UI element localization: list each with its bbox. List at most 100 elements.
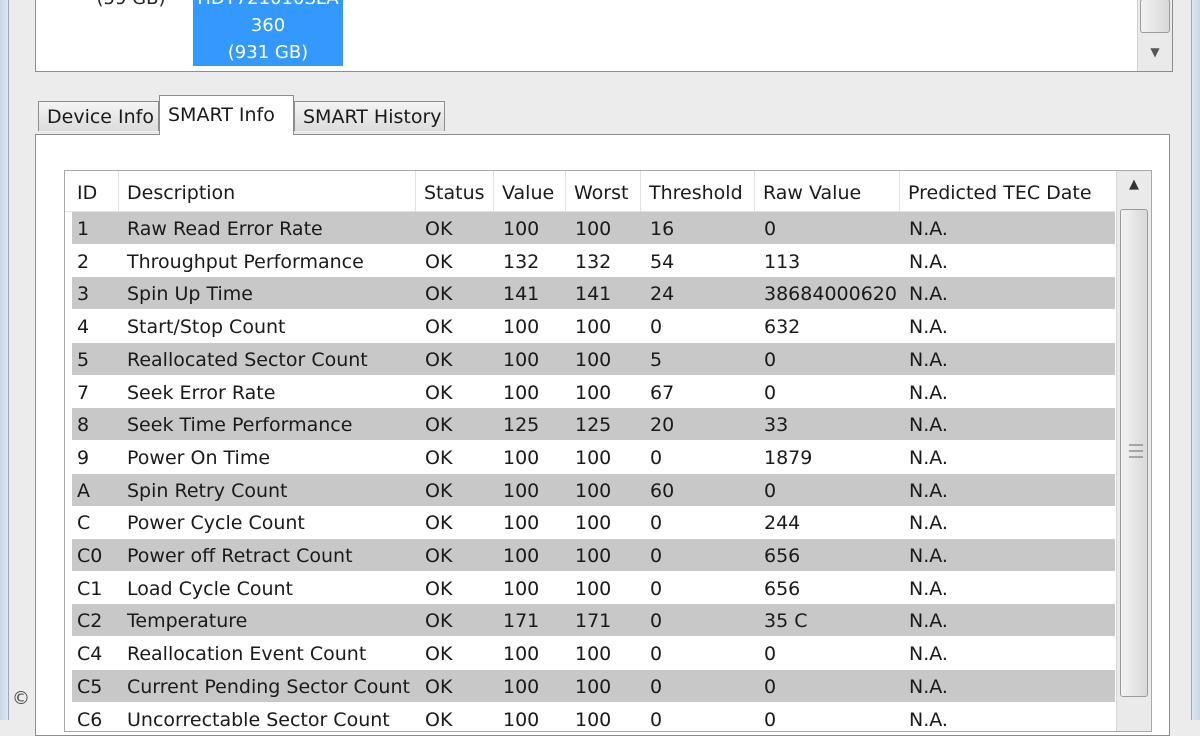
scrollbar-thumb[interactable]	[1140, 0, 1170, 33]
drive-item[interactable]: (59 GB)	[76, 0, 186, 12]
window-left-border	[0, 0, 9, 720]
cell-value: 171	[503, 610, 540, 633]
cell-threshold: 24	[650, 283, 675, 306]
scrollbar-thumb[interactable]: ― ― ―	[1120, 209, 1148, 697]
column-header-value[interactable]: Value	[494, 171, 566, 211]
column-header-raw-value[interactable]: Raw Value	[755, 171, 900, 211]
cell-raw-value: 0	[764, 218, 777, 240]
cell-worst: 171	[575, 610, 612, 633]
cell-id: C	[77, 512, 91, 535]
column-header-status[interactable]: Status	[416, 171, 494, 211]
table-row[interactable]: 1 Raw Read Error Rate OK 100 100 16 0 N.A.	[72, 212, 1115, 244]
cell-status: OK	[425, 577, 453, 600]
table-row[interactable]: 8 Seek Time Performance OK 125 125 20 33 N.A.	[72, 408, 1115, 441]
cell-description: Power off Retract Count	[127, 545, 353, 567]
tab-device-info[interactable]: Device Info	[38, 101, 159, 131]
cell-value: 100	[503, 316, 540, 339]
cell-threshold: 0	[650, 643, 663, 666]
cell-status: OK	[425, 675, 453, 698]
table-row[interactable]: 9 Power On Time OK 100 100 0 1879 N.A.	[72, 441, 1115, 473]
cell-value: 100	[503, 348, 540, 371]
tab-smart-history[interactable]: SMART History	[294, 101, 445, 131]
scroll-down-arrow-icon[interactable]: ▼	[1138, 41, 1172, 63]
cell-worst: 100	[575, 381, 612, 404]
table-row[interactable]: C1 Load Cycle Count OK 100 100 0 656 N.A.	[72, 572, 1115, 604]
table-row[interactable]: 4 Start/Stop Count OK 100 100 0 632 N.A.	[72, 310, 1115, 342]
table-row[interactable]: A Spin Retry Count OK 100 100 60 0 N.A.	[72, 473, 1115, 506]
table-row[interactable]: C Power Cycle Count OK 100 100 0 244 N.A.	[72, 506, 1115, 538]
drive-list-scrollbar[interactable]: ▼	[1137, 0, 1172, 71]
cell-description: Seek Error Rate	[127, 381, 276, 404]
cell-worst: 100	[575, 512, 612, 535]
cell-description: Raw Read Error Rate	[127, 218, 323, 240]
cell-raw-value: 0	[764, 708, 777, 731]
cell-description: Seek Time Performance	[127, 414, 353, 437]
column-header-description[interactable]: Description	[119, 171, 416, 211]
cell-raw-value: 656	[764, 577, 801, 600]
column-header-id[interactable]: ID	[69, 171, 119, 211]
table-row[interactable]: 3 Spin Up Time OK 141 141 24 38684000620 N.A.	[72, 277, 1115, 310]
cell-description: Reallocated Sector Count	[127, 348, 368, 371]
cell-worst: 100	[575, 316, 612, 339]
cell-id: C2	[77, 610, 103, 633]
cell-threshold: 0	[650, 675, 663, 698]
cell-value: 100	[503, 643, 540, 666]
table-row[interactable]: C4 Reallocation Event Count OK 100 100 0 0 N.A.	[72, 637, 1115, 669]
cell-description: Reallocation Event Count	[127, 643, 367, 666]
scroll-up-arrow-icon[interactable]: ▲	[1117, 177, 1151, 199]
cell-predicted-tec-date: N.A.	[909, 218, 948, 240]
table-scrollbar[interactable]: ▲ ― ― ―	[1116, 171, 1151, 731]
table-row[interactable]: C0 Power off Retract Count OK 100 100 0 656 N.A…	[72, 539, 1115, 571]
cell-threshold: 0	[650, 610, 663, 633]
smart-attributes-table[interactable]: ID Description Status Value Worst Thresh…	[64, 170, 1152, 732]
cell-id: 1	[77, 218, 90, 240]
cell-worst: 132	[575, 250, 612, 273]
cell-predicted-tec-date: N.A.	[909, 479, 948, 502]
column-header-predicted-tec-date[interactable]: Predicted TEC Date	[900, 171, 1115, 211]
cell-status: OK	[425, 708, 453, 731]
window-right-border	[1191, 0, 1200, 720]
cell-description: Power Cycle Count	[127, 512, 305, 535]
tab-smart-info[interactable]: SMART Info	[159, 95, 294, 135]
cell-predicted-tec-date: N.A.	[909, 512, 948, 535]
cell-status: OK	[425, 643, 453, 666]
cell-predicted-tec-date: N.A.	[909, 675, 948, 698]
cell-worst: 125	[575, 414, 612, 437]
cell-id: 7	[77, 381, 90, 404]
cell-worst: 100	[575, 675, 612, 698]
table-row[interactable]: C6 Uncorrectable Sector Count OK 100 100 0 0 N.…	[72, 703, 1115, 732]
cell-worst: 100	[575, 446, 612, 469]
cell-id: 8	[77, 414, 90, 437]
cell-status: OK	[425, 610, 453, 633]
table-row[interactable]: 5 Reallocated Sector Count OK 100 100 5 0 N.A.	[72, 342, 1115, 375]
cell-description: Load Cycle Count	[127, 577, 294, 600]
cell-raw-value: 0	[764, 643, 777, 666]
cell-threshold: 54	[650, 250, 675, 273]
cell-predicted-tec-date: N.A.	[909, 316, 948, 339]
cell-predicted-tec-date: N.A.	[909, 283, 948, 306]
cell-description: Power On Time	[127, 446, 271, 469]
cell-worst: 141	[575, 283, 612, 306]
cell-raw-value: 0	[764, 479, 777, 502]
table-row[interactable]: 2 Throughput Performance OK 132 132 54 113 N.A.	[72, 245, 1115, 277]
cell-id: C5	[77, 675, 103, 698]
column-header-threshold[interactable]: Threshold	[641, 171, 755, 211]
table-row[interactable]: 7 Seek Error Rate OK 100 100 67 0 N.A.	[72, 376, 1115, 408]
drive-size-label: (931 GB)	[227, 42, 309, 63]
table-row[interactable]: C2 Temperature OK 171 171 0 35 C N.A.	[72, 604, 1115, 637]
drive-item-selected[interactable]: HDT721010SLA 360 (931 GB)	[193, 0, 343, 66]
cell-worst: 100	[575, 479, 612, 502]
cell-description: Current Pending Sector Count	[127, 675, 410, 698]
table-row[interactable]: C5 Current Pending Sector Count OK 100 100 0 0…	[72, 669, 1115, 702]
drive-list[interactable]: (59 GB) HDT721010SLA 360 (931 GB) ▼	[35, 0, 1173, 72]
cell-raw-value: 632	[764, 316, 801, 339]
cell-status: OK	[425, 512, 453, 535]
cell-value: 100	[503, 545, 540, 567]
cell-worst: 100	[575, 545, 612, 567]
column-header-worst[interactable]: Worst	[566, 171, 641, 211]
cell-id: 3	[77, 283, 90, 306]
cell-raw-value: 1879	[764, 446, 813, 469]
cell-worst: 100	[575, 708, 612, 731]
cell-description: Spin Up Time	[127, 283, 253, 306]
cell-status: OK	[425, 414, 453, 437]
